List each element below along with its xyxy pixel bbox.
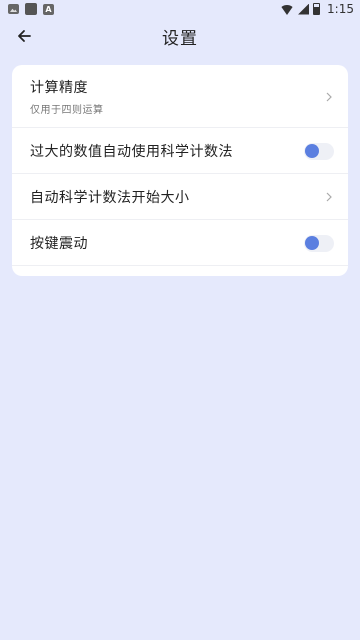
a-notification-icon: A [43, 3, 54, 15]
auto-scientific-setting[interactable]: 过大的数值自动使用科学计数法 [12, 128, 348, 174]
scientific-threshold-text: 自动科学计数法开始大小 [30, 187, 324, 207]
signal-icon [298, 3, 310, 15]
chevron-right-icon [324, 92, 334, 102]
wifi-icon [280, 4, 295, 15]
status-right: 1:15 [280, 2, 354, 16]
auto-scientific-text: 过大的数值自动使用科学计数法 [30, 141, 304, 161]
precision-text: 计算精度 仅用于四则运算 [30, 77, 324, 116]
page-title: 设置 [162, 29, 198, 49]
key-vibration-toggle[interactable] [304, 234, 334, 252]
status-left: A [8, 3, 54, 15]
precision-subtitle: 仅用于四则运算 [30, 105, 104, 116]
key-vibration-text: 按键震动 [30, 233, 304, 253]
toggle-knob [305, 144, 319, 158]
auto-scientific-title: 过大的数值自动使用科学计数法 [30, 144, 233, 160]
key-vibration-title: 按键震动 [30, 236, 88, 252]
battery-icon [313, 3, 321, 15]
status-time: 1:15 [327, 2, 354, 16]
chevron-right-icon [324, 192, 334, 202]
auto-scientific-toggle[interactable] [304, 142, 334, 160]
scientific-threshold-setting[interactable]: 自动科学计数法开始大小 [12, 174, 348, 220]
scientific-threshold-title: 自动科学计数法开始大小 [30, 190, 190, 206]
precision-title: 计算精度 [30, 80, 88, 96]
precision-setting[interactable]: 计算精度 仅用于四则运算 [12, 65, 348, 128]
toggle-knob [305, 236, 319, 250]
app-notification-icon [25, 3, 37, 15]
image-notification-icon [8, 4, 19, 14]
status-bar: A 1:15 [0, 0, 360, 18]
settings-card: 计算精度 仅用于四则运算 过大的数值自动使用科学计数法 自动科学计数法开始大小 … [12, 65, 348, 276]
key-vibration-setting[interactable]: 按键震动 [12, 220, 348, 266]
app-bar: 设置 [0, 18, 360, 54]
